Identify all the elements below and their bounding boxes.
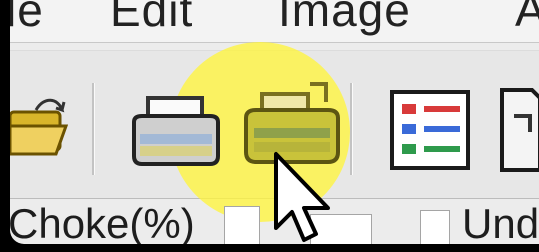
toolbar-separator — [350, 83, 353, 175]
print-button[interactable] — [130, 96, 222, 170]
printer-icon — [132, 96, 220, 166]
mouse-pointer-icon — [274, 152, 330, 242]
option-checkbox[interactable] — [420, 210, 450, 244]
menu-bar: le Edit Image A — [10, 0, 539, 43]
und-label: Und — [462, 200, 539, 244]
open-folder-icon — [10, 98, 69, 156]
document-icon — [500, 88, 539, 172]
choke-label: Choke(%) — [10, 200, 195, 244]
app-window: le Edit Image A Choke(%) Und — [10, 0, 539, 244]
open-button[interactable] — [10, 96, 69, 160]
menu-next[interactable]: A — [515, 0, 539, 37]
list-button[interactable] — [388, 88, 472, 172]
choke-input[interactable] — [224, 206, 260, 244]
toolbar-separator — [92, 83, 95, 175]
list-view-icon — [390, 90, 470, 170]
menu-edit[interactable]: Edit — [110, 0, 193, 37]
document-button[interactable] — [500, 88, 539, 172]
menu-file[interactable]: le — [10, 0, 44, 37]
menu-image[interactable]: Image — [278, 0, 411, 37]
